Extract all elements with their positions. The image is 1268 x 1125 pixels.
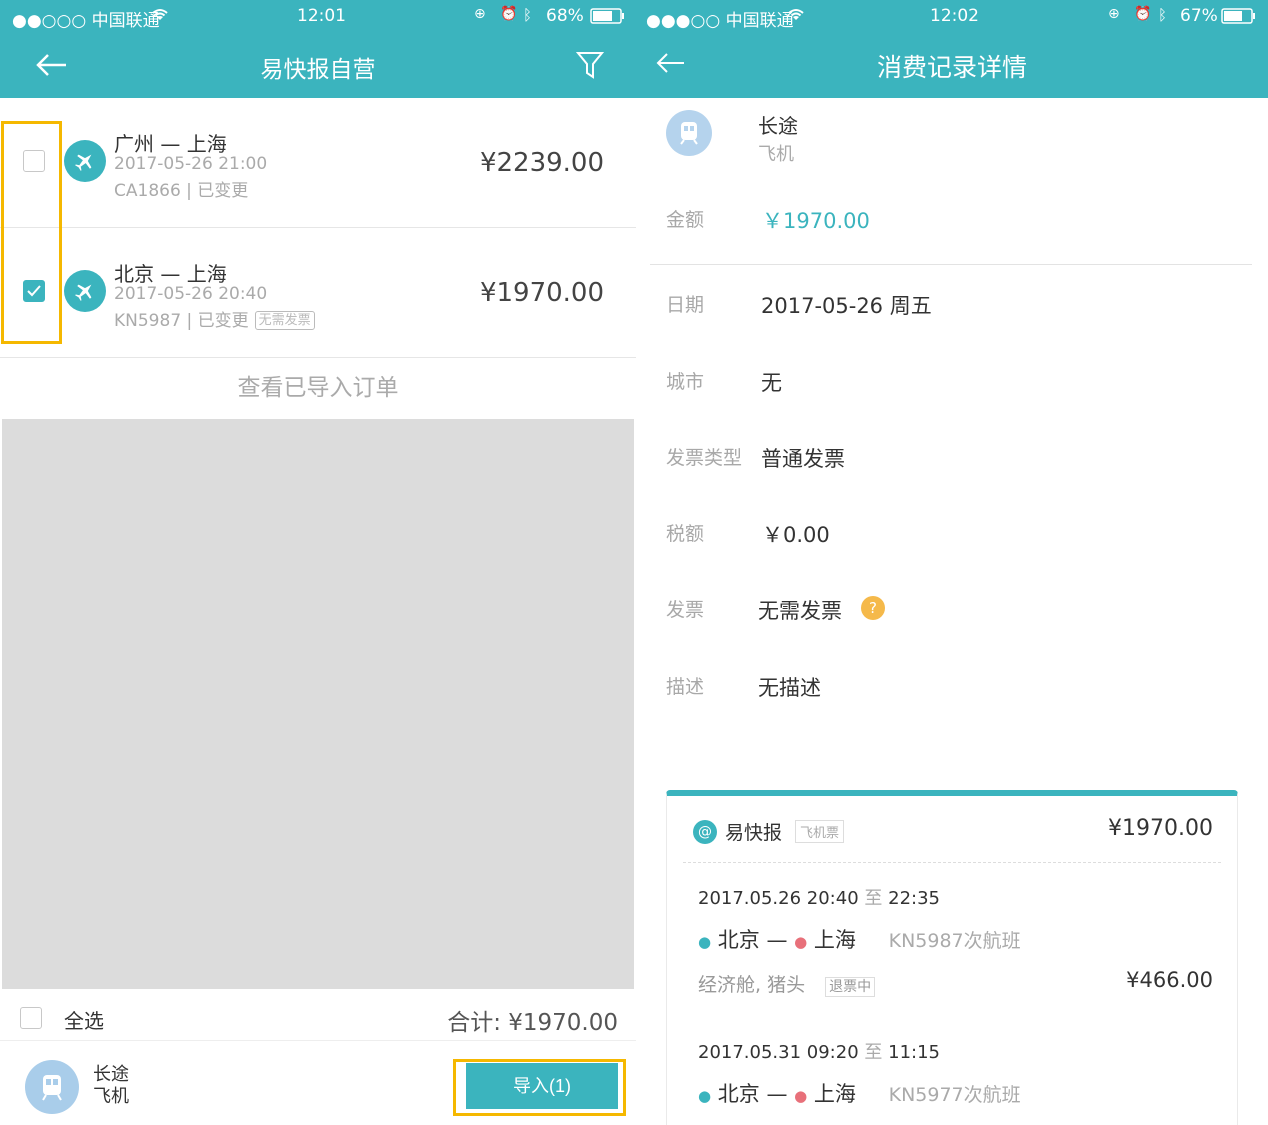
order-flight: CA1866 | 已变更 — [114, 181, 249, 201]
nav-bar: 易快报自营 — [0, 32, 636, 98]
alarm-icon: ⏰ — [1134, 6, 1152, 22]
segment-start: 2017.05.31 09:20 — [698, 1042, 859, 1063]
amount-value: ￥1970.00 — [762, 209, 870, 233]
category-title: 长途 — [758, 114, 798, 138]
battery-icon — [1221, 8, 1257, 29]
ticket-tag: 飞机票 — [795, 820, 845, 843]
plane-icon — [64, 140, 106, 182]
segment-price: ¥466.00 — [1126, 968, 1213, 992]
segment-to: 上海 — [813, 1082, 856, 1106]
segment-time: 2017.05.31 09:20 至 11:15 — [698, 1038, 940, 1064]
desc-label: 描述 — [666, 676, 705, 698]
invoice-value: 无需发票 — [758, 599, 842, 623]
cabin-text: 经济舱, 猪头 — [698, 974, 806, 996]
status-bar: ●●●○○ 中国联通 12:02 ⊕ ⏰ ᛒ 67% — [636, 0, 1268, 32]
bottom-bar: 长途 飞机 导入(1) — [0, 1050, 636, 1125]
divider — [650, 264, 1252, 265]
nav-bar: 消费记录详情 — [636, 32, 1268, 98]
segment-route: ● 北京 — ● 上海 KN5977次航班 — [698, 1082, 1021, 1106]
invoice-tag: 无需发票 — [254, 311, 315, 330]
train-icon — [666, 110, 712, 156]
brand-logo-icon: @ — [693, 820, 717, 844]
status-bar: ●●○○○ 中国联通 12:01 ⊕ ⏰ ᛒ 68% — [0, 0, 636, 32]
lock-rotation-icon: ⊕ — [1108, 6, 1120, 22]
lock-rotation-icon: ⊕ — [474, 6, 486, 22]
train-icon — [25, 1060, 79, 1114]
segment-end: 11:15 — [888, 1042, 940, 1063]
date-value: 2017-05-26 周五 — [761, 294, 932, 318]
bluetooth-icon: ᛒ — [1158, 6, 1168, 24]
order-row[interactable]: 广州 — 上海 2017-05-26 21:00 CA1866 | 已变更 ¥2… — [0, 98, 636, 228]
destination-pin-icon: ● — [794, 933, 808, 951]
clock-time: 12:02 — [930, 6, 979, 26]
select-all-bar: 全选 合计: ¥1970.00 — [0, 997, 636, 1041]
page-title: 易快报自营 — [260, 57, 376, 83]
order-route: 广州 — 上海 — [114, 132, 227, 156]
wifi-icon — [786, 6, 806, 27]
right-screen: ●●●○○ 中国联通 12:02 ⊕ ⏰ ᛒ 67% 消费记录详情 长途 飞机 … — [636, 0, 1268, 1125]
carrier-label: ●●○○○ 中国联通 — [12, 11, 160, 31]
battery-percent: 67% — [1180, 6, 1218, 26]
view-imported-link[interactable]: 查看已导入订单 — [0, 358, 636, 418]
refund-status-badge: 退票中 — [825, 977, 876, 997]
amount-label: 金额 — [666, 209, 705, 231]
segment-time: 2017.05.26 20:40 至 22:35 — [698, 884, 940, 910]
order-price: ¥1970.00 — [479, 278, 604, 308]
invoice-label: 发票 — [666, 599, 705, 621]
bluetooth-icon: ᛒ — [523, 6, 533, 24]
order-datetime: 2017-05-26 21:00 — [114, 154, 268, 174]
order-flight-line: KN5987 | 已变更 无需发票 — [114, 306, 315, 331]
checkbox-highlight — [1, 121, 62, 344]
city-label: 城市 — [666, 371, 705, 393]
origin-pin-icon: ● — [698, 933, 712, 951]
order-price: ¥2239.00 — [479, 148, 604, 178]
filter-icon[interactable] — [576, 50, 604, 80]
battery-icon — [590, 8, 626, 29]
tax-label: 税额 — [666, 523, 705, 545]
segment-cabin: 经济舱, 猪头 退票中 — [698, 970, 876, 997]
segment-flight: KN5977次航班 — [888, 1084, 1021, 1106]
import-highlight — [453, 1059, 626, 1116]
clock-time: 12:01 — [297, 6, 346, 26]
invoice-type-value: 普通发票 — [761, 447, 845, 471]
battery-percent: 68% — [546, 6, 584, 26]
carrier-label: ●●●○○ 中国联通 — [646, 11, 794, 31]
invoice-type-label: 发票类型 — [666, 447, 743, 469]
segment-from: 北京 — [717, 1082, 760, 1106]
segment-start: 2017.05.26 20:40 — [698, 888, 859, 909]
order-flight: KN5987 | 已变更 — [114, 311, 249, 331]
origin-pin-icon: ● — [698, 1087, 712, 1105]
plane-icon — [64, 270, 106, 312]
empty-area — [2, 419, 634, 989]
order-row[interactable]: 北京 — 上海 2017-05-26 20:40 KN5987 | 已变更 无需发… — [0, 228, 636, 358]
select-all-label: 全选 — [64, 1009, 104, 1033]
category-sub: 飞机 — [758, 144, 794, 165]
city-value: 无 — [761, 371, 782, 395]
category-sub: 飞机 — [93, 1086, 129, 1107]
ticket-card[interactable]: @ 易快报 飞机票 ¥1970.00 2017.05.26 20:40 至 22… — [666, 790, 1238, 1125]
card-divider — [683, 862, 1221, 863]
segment-flight: KN5987次航班 — [888, 930, 1021, 952]
segment-route: ● 北京 — ● 上海 KN5987次航班 — [698, 928, 1021, 952]
order-route: 北京 — 上海 — [114, 262, 227, 286]
date-label: 日期 — [666, 294, 705, 316]
tax-value: ￥0.00 — [762, 523, 830, 547]
wifi-icon — [150, 6, 170, 27]
total-amount: 合计: ¥1970.00 — [447, 1010, 618, 1036]
segment-to-word: 至 — [864, 1042, 883, 1063]
desc-value: 无描述 — [758, 676, 821, 700]
help-icon[interactable]: ? — [861, 596, 885, 620]
segment-to-word: 至 — [864, 888, 883, 909]
segment-to: 上海 — [813, 928, 856, 952]
card-total: ¥1970.00 — [1108, 816, 1213, 841]
destination-pin-icon: ● — [794, 1087, 808, 1105]
brand-name: 易快报 — [725, 822, 783, 844]
alarm-icon: ⏰ — [500, 6, 518, 22]
page-title: 消费记录详情 — [876, 53, 1027, 82]
segment-end: 22:35 — [888, 888, 940, 909]
select-all-checkbox[interactable] — [20, 1007, 42, 1029]
left-screen: ●●○○○ 中国联通 12:01 ⊕ ⏰ ᛒ 68% 易快报自营 广州 — 上海… — [0, 0, 636, 1125]
order-datetime: 2017-05-26 20:40 — [114, 284, 268, 304]
segment-from: 北京 — [717, 928, 760, 952]
